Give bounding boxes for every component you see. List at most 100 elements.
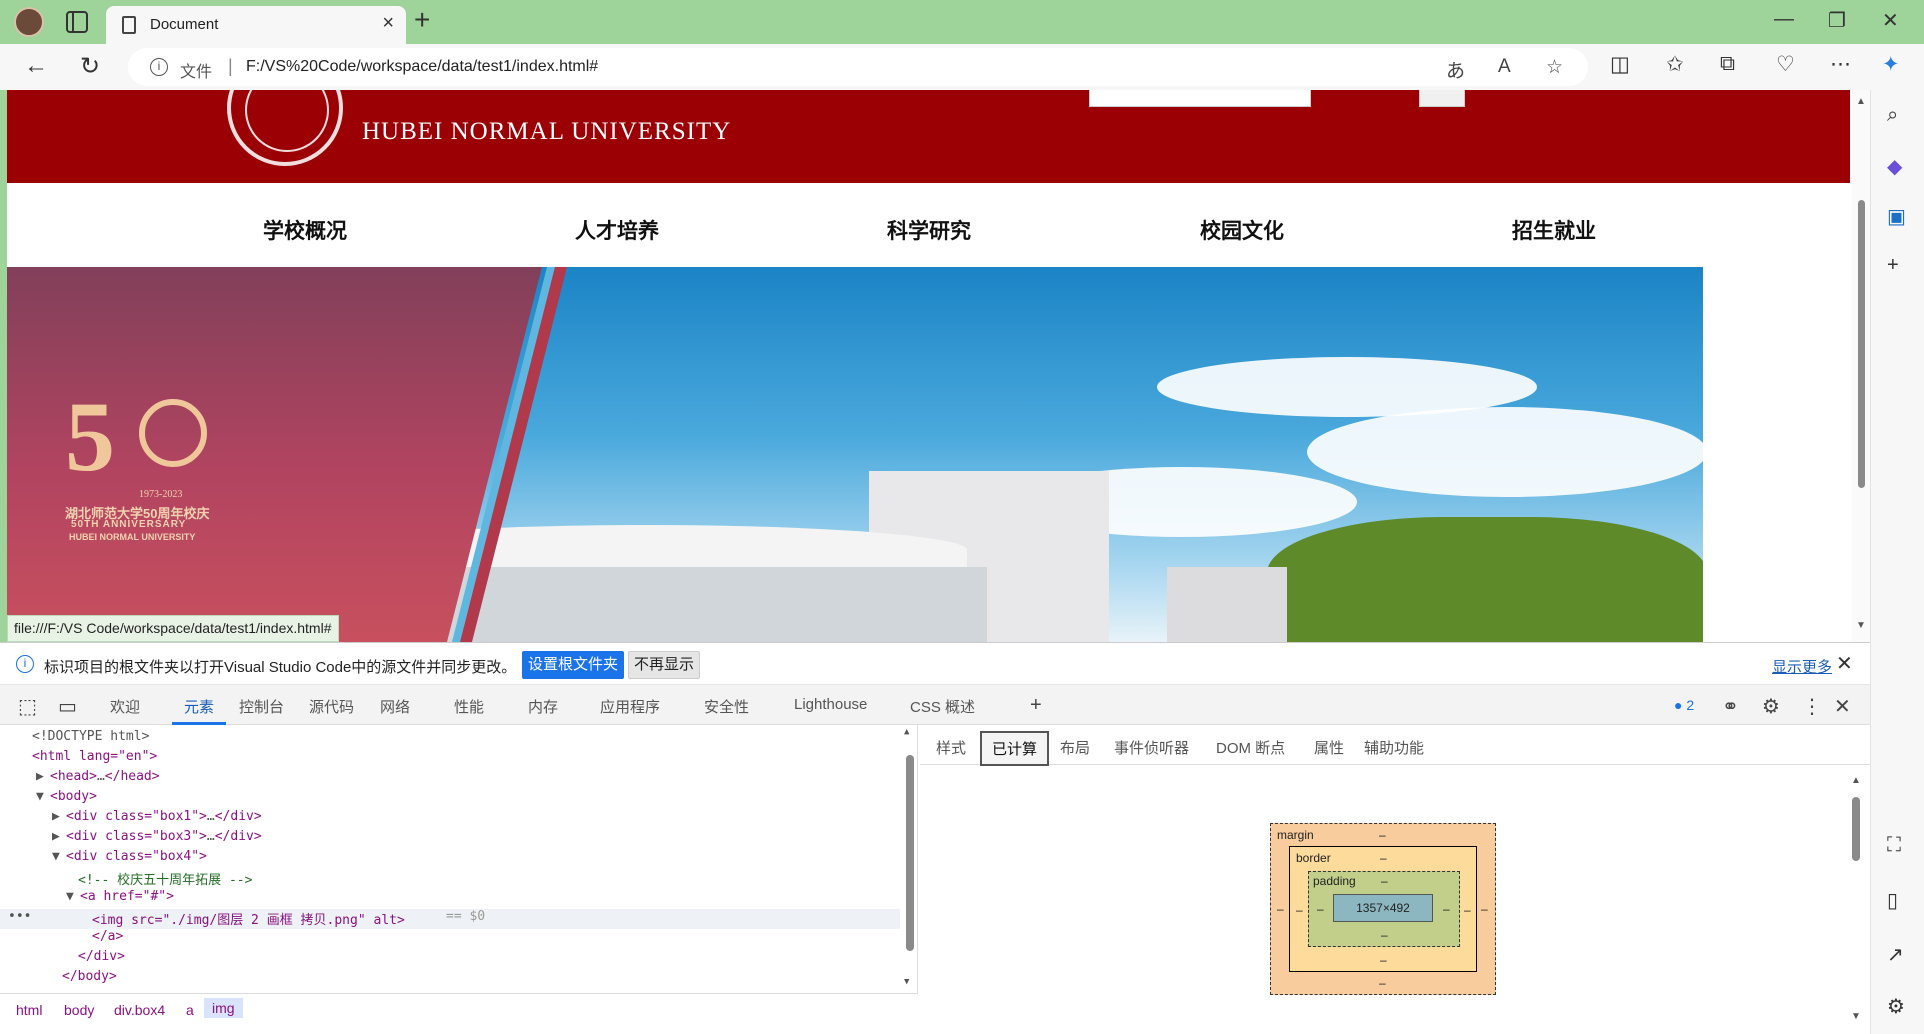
expand-arrow-icon[interactable]: ▶ bbox=[36, 769, 44, 784]
scrollbar-thumb[interactable] bbox=[1858, 200, 1865, 488]
expand-arrow-icon[interactable]: ▶ bbox=[52, 809, 60, 824]
row-menu-icon[interactable]: ••• bbox=[8, 909, 31, 924]
tab-dom-breakpoints[interactable]: DOM 断点 bbox=[1216, 737, 1285, 758]
elements-scrollbar[interactable]: ▲ ▼ bbox=[904, 725, 916, 993]
dom-body[interactable]: <body> bbox=[50, 789, 97, 804]
split-screen-icon[interactable]: ◫ bbox=[1610, 52, 1630, 77]
set-root-folder-button[interactable]: 设置根文件夹 bbox=[522, 651, 625, 679]
tab-computed[interactable]: 已计算 bbox=[980, 731, 1050, 766]
profile-avatar[interactable] bbox=[14, 7, 44, 37]
devtools-more-icon[interactable]: ⋮ bbox=[1802, 694, 1822, 719]
breadcrumb-body[interactable]: body bbox=[64, 1002, 94, 1018]
external-link-icon[interactable]: ↗ bbox=[1887, 942, 1904, 967]
collections-icon[interactable]: ⧉ bbox=[1720, 52, 1735, 76]
nav-item-about[interactable]: 学校概况 bbox=[263, 215, 347, 245]
infobar-close-icon[interactable]: ✕ bbox=[1836, 651, 1853, 676]
border-top-value[interactable]: – bbox=[1380, 851, 1387, 865]
dom-div-box3[interactable]: <div class="box3">…</div> bbox=[66, 829, 262, 844]
site-search-input[interactable] bbox=[1089, 90, 1311, 107]
dom-div-box1[interactable]: <div class="box1">…</div> bbox=[66, 809, 262, 824]
tab-event-listeners[interactable]: 事件侦听器 bbox=[1114, 737, 1189, 758]
dom-img-selected[interactable]: <img src="./img/图层 2 画框 拷贝.png" alt> bbox=[92, 909, 405, 928]
tab-properties[interactable]: 属性 bbox=[1314, 737, 1344, 758]
tab-console[interactable]: 控制台 bbox=[239, 696, 284, 717]
url-text[interactable]: F:/VS%20Code/workspace/data/test1/index.… bbox=[246, 58, 598, 76]
devtools-close-icon[interactable]: ✕ bbox=[1834, 694, 1851, 719]
read-aloud-icon[interactable]: A bbox=[1498, 56, 1511, 78]
breadcrumb-a[interactable]: a bbox=[186, 1002, 194, 1018]
inspect-element-icon[interactable]: ⬚ bbox=[18, 694, 37, 719]
url-box[interactable]: i 文件 | F:/VS%20Code/workspace/data/test1… bbox=[128, 48, 1588, 86]
padding-top-value[interactable]: – bbox=[1381, 874, 1388, 888]
scroll-up-icon[interactable]: ▲ bbox=[1856, 96, 1866, 107]
screenshot-icon[interactable]: ⛶ bbox=[1887, 834, 1901, 857]
favorites-icon[interactable]: ✩ bbox=[1666, 52, 1684, 77]
tab-accessibility[interactable]: 辅助功能 bbox=[1364, 737, 1424, 758]
box-model-padding[interactable]: padding – – – – 1357×492 bbox=[1308, 871, 1460, 947]
tab-actions-icon[interactable] bbox=[66, 11, 88, 33]
more-tabs-plus-icon[interactable]: + bbox=[1030, 694, 1042, 717]
margin-top-value[interactable]: – bbox=[1379, 828, 1386, 842]
border-bottom-value[interactable]: – bbox=[1380, 953, 1387, 967]
restore-icon[interactable]: ❐ bbox=[1828, 8, 1846, 33]
tab-memory[interactable]: 内存 bbox=[528, 696, 558, 717]
nav-item-admissions[interactable]: 招生就业 bbox=[1512, 215, 1596, 245]
scroll-up-icon[interactable]: ▲ bbox=[1851, 775, 1861, 786]
translate-icon[interactable]: あ bbox=[1446, 56, 1465, 83]
tab-security[interactable]: 安全性 bbox=[704, 696, 749, 717]
tab-elements[interactable]: 元素 bbox=[184, 696, 214, 717]
settings-icon[interactable]: ⚙ bbox=[1887, 994, 1905, 1019]
border-right-value[interactable]: – bbox=[1464, 903, 1471, 917]
nav-item-research[interactable]: 科学研究 bbox=[887, 215, 971, 245]
tab-performance[interactable]: 性能 bbox=[454, 696, 484, 717]
border-left-value[interactable]: – bbox=[1296, 903, 1303, 917]
new-tab-icon[interactable]: + bbox=[414, 4, 430, 36]
performance-icon[interactable]: ♡ bbox=[1776, 52, 1795, 77]
more-icon[interactable]: ⋯ bbox=[1830, 52, 1851, 77]
sidepane-icon[interactable]: ▯ bbox=[1887, 888, 1898, 913]
nav-item-education[interactable]: 人才培养 bbox=[575, 215, 659, 245]
copilot-icon[interactable]: ◆ bbox=[1887, 154, 1902, 179]
page-scrollbar[interactable]: ▲ ▼ bbox=[1852, 90, 1870, 642]
margin-left-value[interactable]: – bbox=[1277, 902, 1284, 916]
back-icon[interactable]: ← bbox=[24, 52, 48, 80]
dom-div-box4[interactable]: <div class="box4"> bbox=[66, 849, 207, 864]
copilot-icon[interactable]: ✦ bbox=[1882, 52, 1900, 77]
margin-bottom-value[interactable]: – bbox=[1379, 976, 1386, 990]
issues-badge[interactable]: ● 2 bbox=[1674, 697, 1694, 713]
collapse-arrow-icon[interactable]: ▼ bbox=[52, 849, 60, 864]
add-icon[interactable]: + bbox=[1887, 254, 1899, 277]
nav-item-culture[interactable]: 校园文化 bbox=[1200, 215, 1284, 245]
device-emulation-icon[interactable]: ▭ bbox=[58, 694, 77, 719]
tab-css-overview[interactable]: CSS 概述 bbox=[910, 696, 975, 717]
dom-head[interactable]: <head>…</head> bbox=[50, 769, 160, 784]
tab-lighthouse[interactable]: Lighthouse bbox=[794, 696, 867, 713]
devtools-settings-icon[interactable]: ⚙ bbox=[1762, 694, 1780, 719]
tab-styles[interactable]: 样式 bbox=[936, 737, 966, 758]
tab-welcome[interactable]: 欢迎 bbox=[110, 696, 140, 717]
minimize-icon[interactable]: — bbox=[1774, 8, 1794, 31]
dom-div-close[interactable]: </div> bbox=[78, 949, 125, 964]
refresh-icon[interactable]: ↻ bbox=[80, 52, 100, 81]
show-more-link[interactable]: 显示更多 bbox=[1772, 656, 1832, 677]
scroll-down-icon[interactable]: ▼ bbox=[1856, 620, 1866, 631]
dom-anchor-close[interactable]: </a> bbox=[92, 929, 123, 944]
outlook-icon[interactable]: ▣ bbox=[1887, 204, 1906, 229]
padding-left-value[interactable]: – bbox=[1317, 902, 1324, 916]
box-model-margin[interactable]: margin – – – – border – – – – padding – … bbox=[1270, 823, 1496, 995]
breadcrumb-html[interactable]: html bbox=[16, 1002, 42, 1018]
anniversary-hero-image[interactable]: 5 1973-2023 湖北师范大学50周年校庆 50TH ANNIVERSAR… bbox=[7, 267, 1703, 642]
collapse-arrow-icon[interactable]: ▼ bbox=[36, 789, 44, 804]
expand-arrow-icon[interactable]: ▶ bbox=[52, 829, 60, 844]
scrollbar-thumb[interactable] bbox=[906, 755, 914, 951]
padding-right-value[interactable]: – bbox=[1443, 902, 1450, 916]
tab-close-icon[interactable]: × bbox=[382, 12, 394, 35]
dom-anchor[interactable]: <a href="#"> bbox=[80, 889, 174, 904]
scrollbar-thumb[interactable] bbox=[1852, 797, 1860, 861]
dont-show-again-button[interactable]: 不再显示 bbox=[628, 651, 701, 679]
dom-body-close[interactable]: </body> bbox=[62, 969, 117, 984]
dom-html[interactable]: <html lang="en"> bbox=[32, 749, 157, 764]
margin-right-value[interactable]: – bbox=[1481, 902, 1488, 916]
dom-comment[interactable]: <!-- 校庆五十周年拓展 --> bbox=[78, 869, 252, 888]
tab-sources[interactable]: 源代码 bbox=[309, 696, 354, 717]
